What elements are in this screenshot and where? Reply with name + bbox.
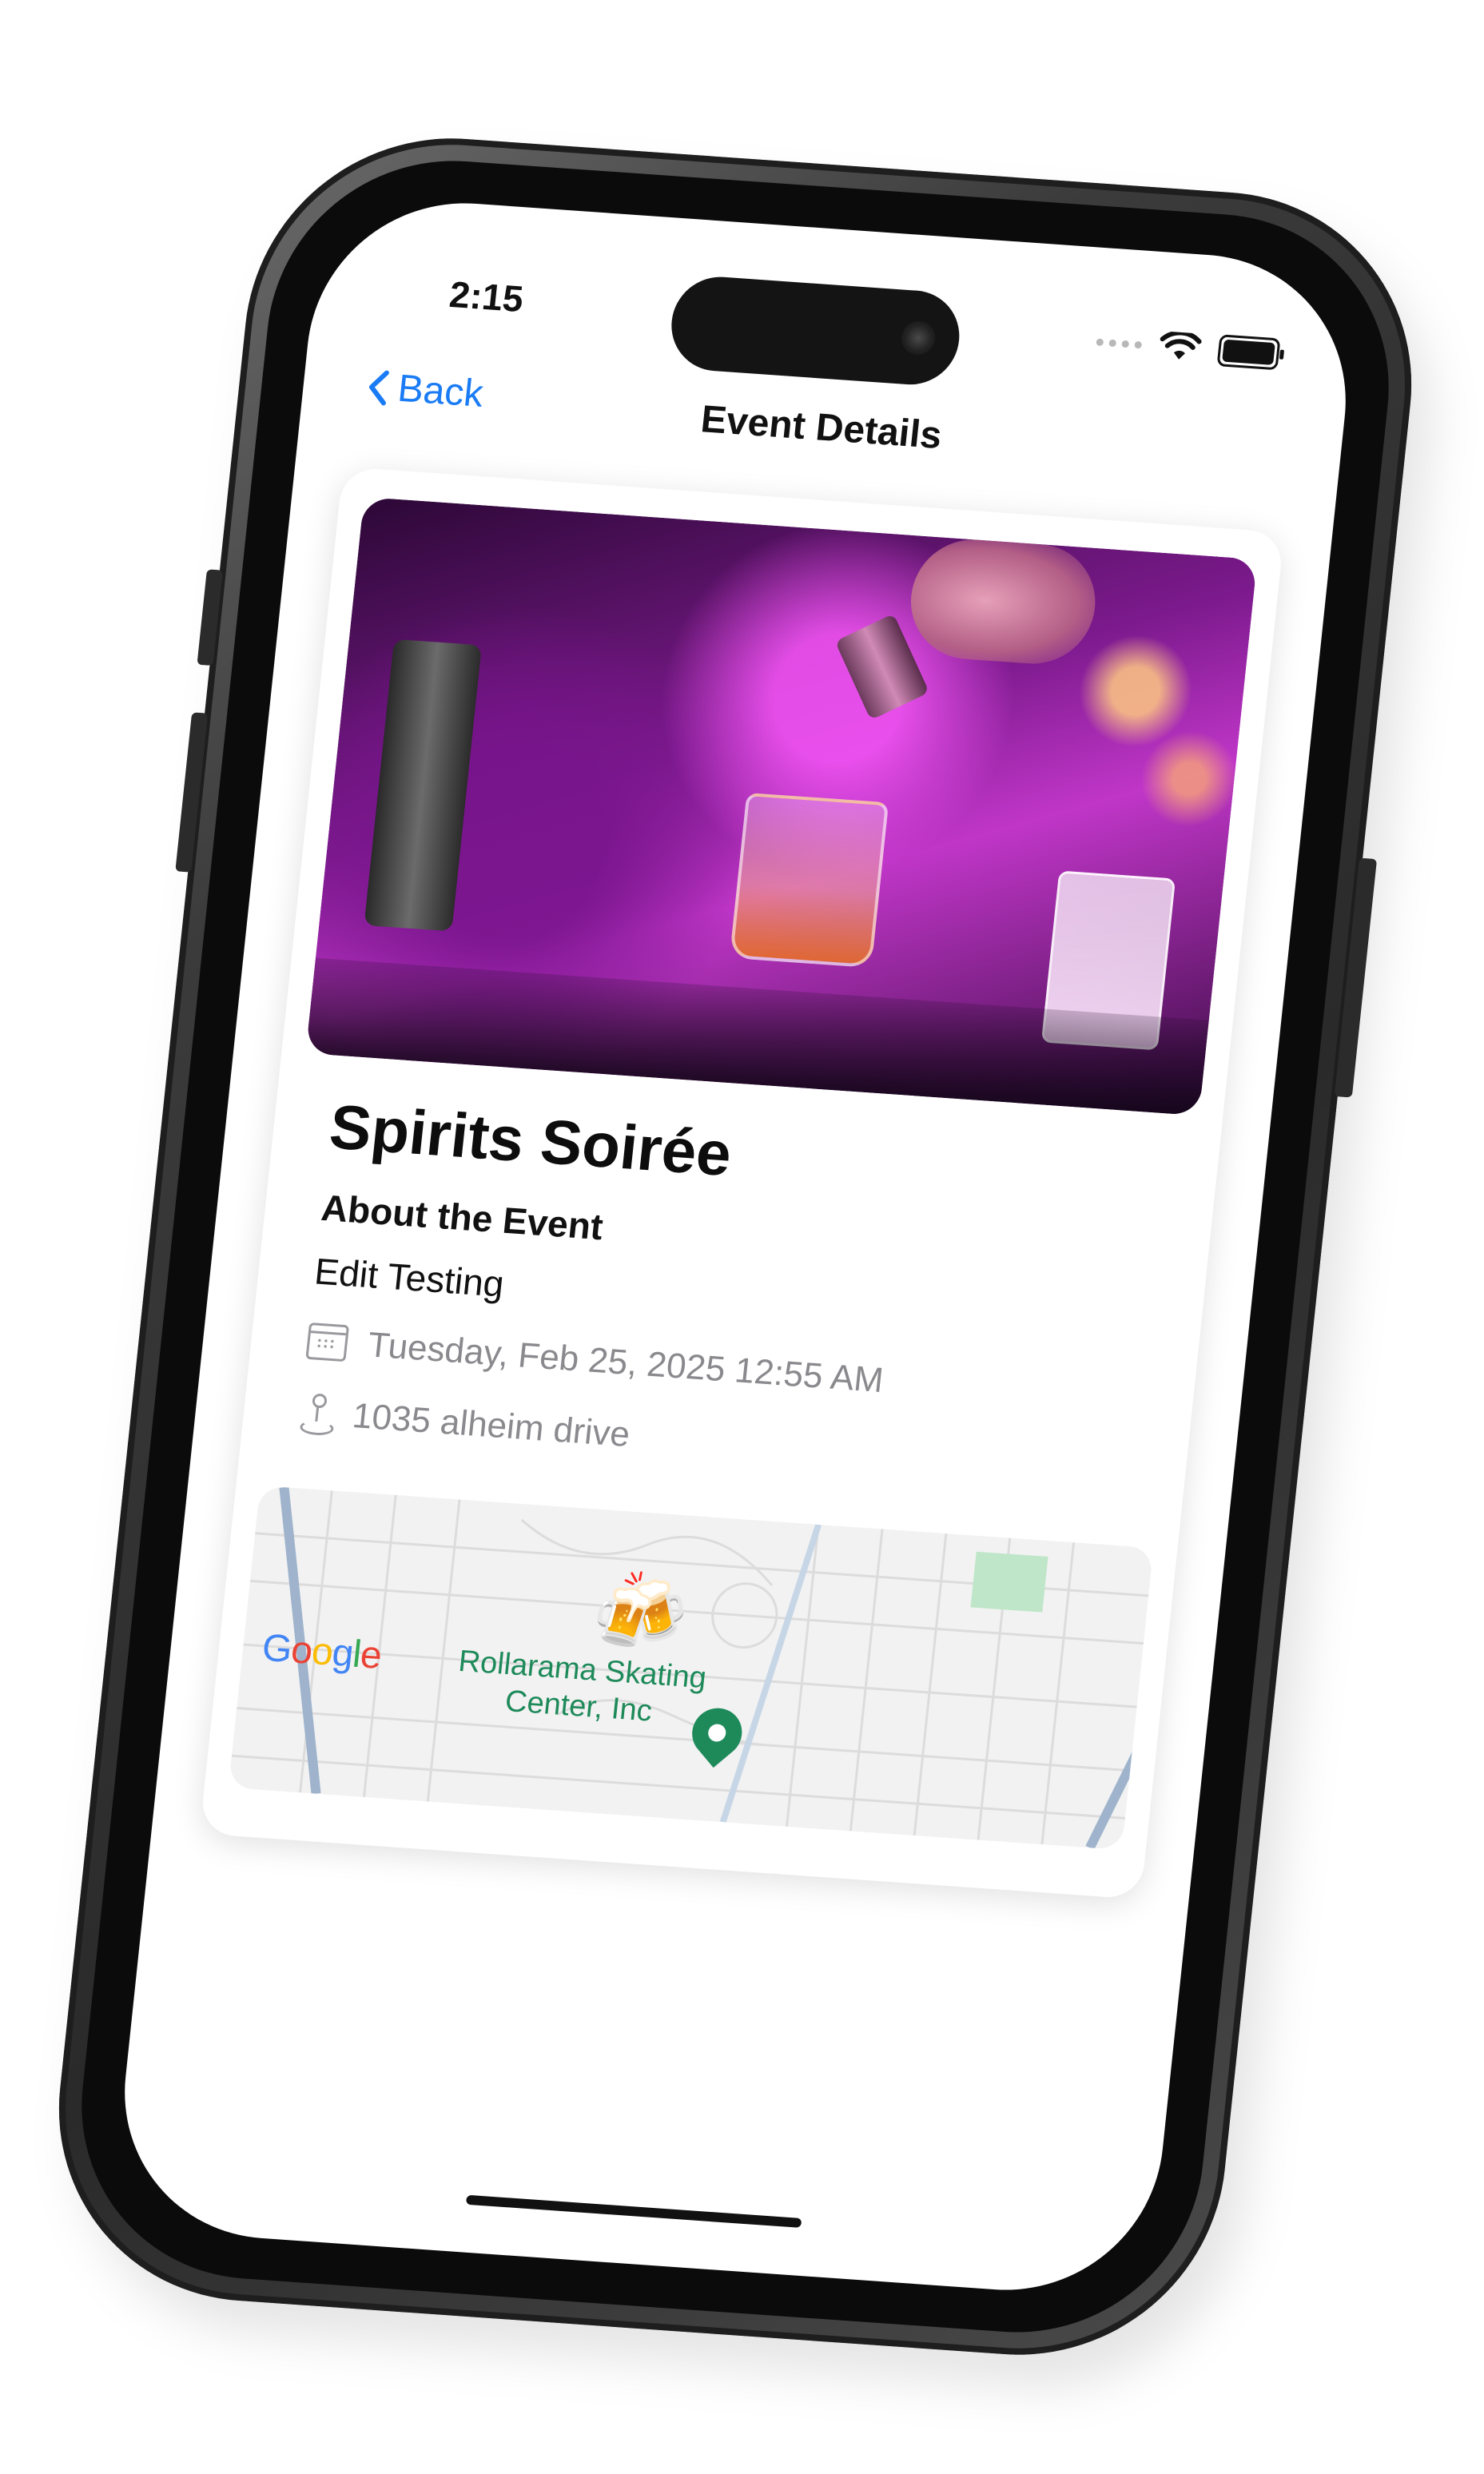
event-date-row: Tuesday, Feb 25, 2025 12:55 AM (305, 1321, 885, 1401)
status-time: 2:15 (447, 273, 526, 320)
phone-bezel: 2:15 Back Event Details Spirits Soirée A… (64, 149, 1406, 2345)
phone-frame: 2:15 Back Event Details Spirits Soirée A… (39, 125, 1431, 2369)
location-map[interactable]: Google 🍻 Rollarama Skating Center, Inc (228, 1486, 1154, 1851)
app-screen: 2:15 Back Event Details Spirits Soirée A… (109, 193, 1361, 2301)
photo-glass (729, 792, 889, 969)
map-pin-icon (298, 1392, 335, 1437)
photo-hand (905, 535, 1102, 668)
home-indicator[interactable] (465, 2194, 802, 2228)
phone-mockup: 2:15 Back Event Details Spirits Soirée A… (39, 125, 1452, 2402)
page-title: Event Details (698, 398, 944, 458)
event-title: Spirits Soirée (326, 1091, 735, 1190)
photo-shaker (364, 638, 482, 932)
beer-mugs-icon[interactable]: 🍻 (588, 1565, 693, 1661)
volume-button (175, 712, 209, 873)
status-indicators (1095, 326, 1281, 371)
calendar-icon (305, 1322, 350, 1362)
event-location-row: 1035 alheim drive (298, 1392, 632, 1455)
google-logo: Google (260, 1626, 384, 1677)
event-description: Edit Testing (312, 1250, 507, 1305)
about-heading: About the Event (319, 1186, 606, 1248)
battery-icon (1216, 334, 1281, 371)
dynamic-island (666, 273, 965, 388)
event-photo (305, 496, 1258, 1116)
photo-jigger (834, 613, 930, 721)
event-card: Spirits Soirée About the Event Edit Test… (199, 466, 1285, 1899)
event-location: 1035 alheim drive (350, 1396, 632, 1455)
event-date: Tuesday, Feb 25, 2025 12:55 AM (366, 1325, 885, 1401)
signal-icon (1096, 337, 1143, 348)
mute-switch (197, 569, 223, 666)
front-camera (899, 320, 937, 356)
wifi-icon (1160, 331, 1202, 360)
